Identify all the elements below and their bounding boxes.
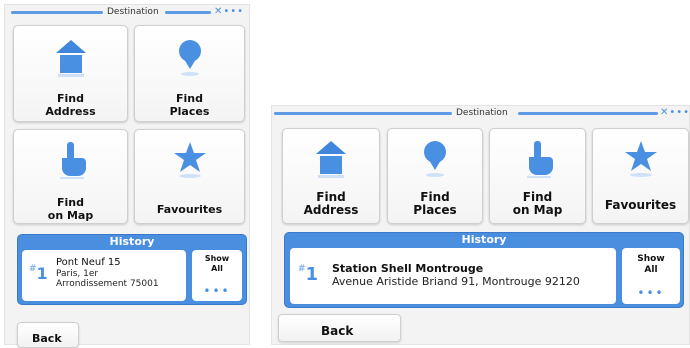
tile-label: Find on Map [47,196,94,222]
find-places-button[interactable]: Find Places [387,128,483,224]
find-on-map-button[interactable]: Find on Map [489,128,586,224]
history-panel: History #1 Pont Neuf 15 Paris, 1er Arron… [17,234,247,305]
history-title: History [109,235,155,248]
history-panel: History #1 Station Shell Montrouge Avenu… [284,232,684,308]
more-dots-icon: ••• [203,284,231,298]
history-title: History [461,233,507,246]
favourites-button[interactable]: Favourites [134,129,245,224]
title-divider-left [11,11,103,14]
tile-label: Find Places [169,92,210,118]
title-divider-right [165,11,211,14]
favourites-button[interactable]: Favourites [592,128,689,224]
find-on-map-button[interactable]: Find on Map [13,129,128,224]
show-all-label: Show All [204,254,230,273]
satellite-signal-icon: ✕••• [214,6,245,17]
back-button[interactable]: Back [278,314,401,342]
tile-label: Find Address [303,190,359,217]
title-divider-left [274,112,452,115]
satellite-signal-icon: ✕••• [660,107,690,118]
history-item-address: Paris, 1er Arrondissement 75001 [56,269,159,289]
tile-label: Favourites [156,203,223,216]
map-pin-icon [135,38,244,78]
show-all-button[interactable]: Show All ••• [192,250,242,301]
tile-label: Favourites [604,198,677,212]
show-all-button[interactable]: Show All ••• [622,248,680,304]
history-rank: #1 [298,264,319,285]
screen-title: Destination [103,7,163,18]
house-icon [283,139,379,179]
more-dots-icon: ••• [637,286,665,300]
pointing-hand-icon [490,139,585,179]
find-address-button[interactable]: Find Address [282,128,380,224]
history-item-name: Pont Neuf 15 [56,257,121,268]
house-icon [14,38,127,78]
screen-title: Destination [452,108,512,119]
find-places-button[interactable]: Find Places [134,25,245,122]
pointing-hand-icon [14,140,127,180]
history-item[interactable]: #1 Station Shell Montrouge Avenue Aristi… [290,248,616,304]
title-divider-right [518,112,658,115]
map-pin-icon [388,139,482,179]
history-rank: #1 [29,264,48,283]
history-item-name: Station Shell Montrouge [332,262,484,275]
find-address-button[interactable]: Find Address [13,25,128,122]
show-all-label: Show All [637,254,665,275]
destination-screen-portrait: Destination ✕••• Find Address Find Place… [4,4,250,348]
star-icon [135,140,244,180]
title-bar: Destination ✕••• [272,106,689,120]
history-item-address: Avenue Aristide Briand 91, Montrouge 921… [332,275,580,288]
tile-label: Find Places [413,190,457,217]
destination-screen-landscape: Destination ✕••• Find Address Find Place… [271,105,690,345]
tile-label: Find Address [45,92,96,118]
back-button[interactable]: Back [17,322,79,348]
tile-label: Find on Map [512,190,563,217]
history-item[interactable]: #1 Pont Neuf 15 Paris, 1er Arrondissemen… [22,250,186,301]
star-icon [593,139,688,179]
title-bar: Destination ✕••• [5,5,249,19]
